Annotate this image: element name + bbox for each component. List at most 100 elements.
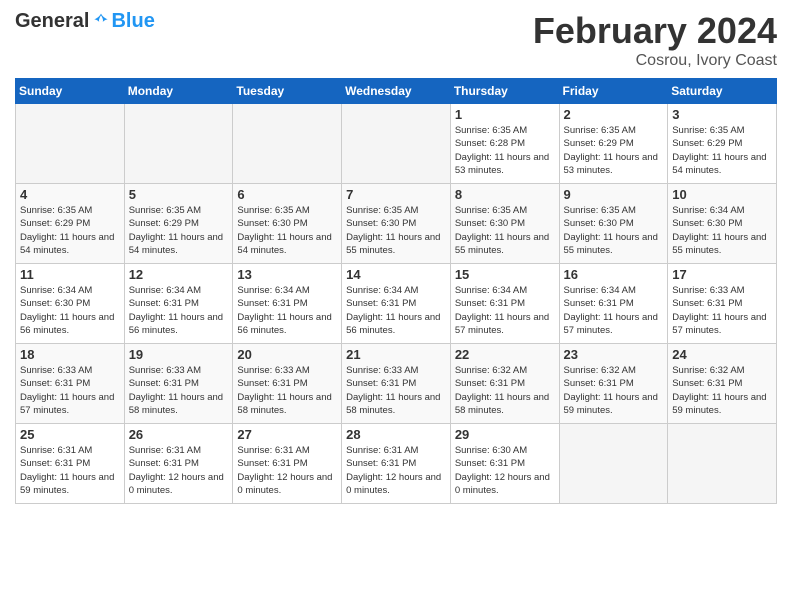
day-number: 11 — [20, 267, 120, 282]
day-number: 17 — [672, 267, 772, 282]
table-row: 10 Sunrise: 6:34 AM Sunset: 6:30 PM Dayli… — [668, 184, 777, 264]
table-row: 9Sunrise: 6:35 AM Sunset: 6:30 PM Daylig… — [559, 184, 668, 264]
table-row: 19 Sunrise: 6:33 AM Sunset: 6:31 PM Dayli… — [124, 344, 233, 424]
col-sunday: Sunday — [16, 79, 125, 104]
day-info: Sunrise: 6:30 AM Sunset: 6:31 PM Dayligh… — [455, 444, 555, 497]
day-number: 8 — [455, 187, 555, 202]
table-row — [124, 104, 233, 184]
day-info: Sunrise: 6:35 AM Sunset: 6:29 PM Dayligh… — [129, 204, 229, 257]
table-row: 12 Sunrise: 6:34 AM Sunset: 6:31 PM Dayli… — [124, 264, 233, 344]
table-row: 15 Sunrise: 6:34 AM Sunset: 6:31 PM Dayli… — [450, 264, 559, 344]
day-number: 13 — [237, 267, 337, 282]
day-number: 1 — [455, 107, 555, 122]
calendar-week-5: 25 Sunrise: 6:31 AM Sunset: 6:31 PM Dayli… — [16, 424, 777, 504]
day-info: Sunrise: 6:32 AM Sunset: 6:31 PM Dayligh… — [455, 364, 555, 417]
day-number: 20 — [237, 347, 337, 362]
table-row: 18Sunrise: 6:33 AM Sunset: 6:31 PM Dayli… — [16, 344, 125, 424]
calendar-week-3: 11 Sunrise: 6:34 AM Sunset: 6:30 PM Dayli… — [16, 264, 777, 344]
table-row: 21 Sunrise: 6:33 AM Sunset: 6:31 PM Dayli… — [342, 344, 451, 424]
table-row: 11 Sunrise: 6:34 AM Sunset: 6:30 PM Dayli… — [16, 264, 125, 344]
day-info: Sunrise: 6:33 AM Sunset: 6:31 PM Dayligh… — [129, 364, 229, 417]
day-number: 10 — [672, 187, 772, 202]
day-info: Sunrise: 6:34 AM Sunset: 6:31 PM Dayligh… — [564, 284, 664, 337]
day-number: 15 — [455, 267, 555, 282]
calendar-week-4: 18Sunrise: 6:33 AM Sunset: 6:31 PM Dayli… — [16, 344, 777, 424]
table-row: 17 Sunrise: 6:33 AM Sunset: 6:31 PM Dayli… — [668, 264, 777, 344]
day-info: Sunrise: 6:34 AM Sunset: 6:30 PM Dayligh… — [672, 204, 772, 257]
day-number: 29 — [455, 427, 555, 442]
table-row: 8Sunrise: 6:35 AM Sunset: 6:30 PM Daylig… — [450, 184, 559, 264]
day-info: Sunrise: 6:33 AM Sunset: 6:31 PM Dayligh… — [20, 364, 120, 417]
col-friday: Friday — [559, 79, 668, 104]
title-section: February 2024 Cosrou, Ivory Coast — [533, 10, 777, 70]
table-row: 27Sunrise: 6:31 AM Sunset: 6:31 PM Dayli… — [233, 424, 342, 504]
day-number: 7 — [346, 187, 446, 202]
table-row: 16Sunrise: 6:34 AM Sunset: 6:31 PM Dayli… — [559, 264, 668, 344]
day-info: Sunrise: 6:32 AM Sunset: 6:31 PM Dayligh… — [564, 364, 664, 417]
day-info: Sunrise: 6:35 AM Sunset: 6:30 PM Dayligh… — [346, 204, 446, 257]
table-row: 29 Sunrise: 6:30 AM Sunset: 6:31 PM Dayli… — [450, 424, 559, 504]
table-row: 22 Sunrise: 6:32 AM Sunset: 6:31 PM Dayli… — [450, 344, 559, 424]
day-number: 28 — [346, 427, 446, 442]
day-number: 24 — [672, 347, 772, 362]
table-row: 23 Sunrise: 6:32 AM Sunset: 6:31 PM Dayli… — [559, 344, 668, 424]
day-number: 26 — [129, 427, 229, 442]
day-info: Sunrise: 6:34 AM Sunset: 6:31 PM Dayligh… — [346, 284, 446, 337]
day-info: Sunrise: 6:33 AM Sunset: 6:31 PM Dayligh… — [237, 364, 337, 417]
table-row — [233, 104, 342, 184]
day-info: Sunrise: 6:34 AM Sunset: 6:31 PM Dayligh… — [455, 284, 555, 337]
logo-bird-icon — [91, 12, 111, 32]
day-number: 3 — [672, 107, 772, 122]
main-title: February 2024 — [533, 10, 777, 52]
calendar-week-2: 4 Sunrise: 6:35 AM Sunset: 6:29 PM Daylig… — [16, 184, 777, 264]
table-row — [559, 424, 668, 504]
table-row: 26 Sunrise: 6:31 AM Sunset: 6:31 PM Dayli… — [124, 424, 233, 504]
day-number: 9 — [564, 187, 664, 202]
day-number: 4 — [20, 187, 120, 202]
page-container: General Blue February 2024 Cosrou, Ivory… — [0, 0, 792, 612]
day-info: Sunrise: 6:35 AM Sunset: 6:28 PM Dayligh… — [455, 124, 555, 177]
day-number: 19 — [129, 347, 229, 362]
day-number: 6 — [237, 187, 337, 202]
day-info: Sunrise: 6:35 AM Sunset: 6:30 PM Dayligh… — [237, 204, 337, 257]
day-info: Sunrise: 6:34 AM Sunset: 6:30 PM Dayligh… — [20, 284, 120, 337]
day-info: Sunrise: 6:31 AM Sunset: 6:31 PM Dayligh… — [129, 444, 229, 497]
day-info: Sunrise: 6:32 AM Sunset: 6:31 PM Dayligh… — [672, 364, 772, 417]
col-monday: Monday — [124, 79, 233, 104]
day-number: 21 — [346, 347, 446, 362]
calendar-header-row: Sunday Monday Tuesday Wednesday Thursday… — [16, 79, 777, 104]
logo: General Blue — [15, 10, 155, 33]
day-number: 14 — [346, 267, 446, 282]
day-info: Sunrise: 6:35 AM Sunset: 6:29 PM Dayligh… — [20, 204, 120, 257]
day-info: Sunrise: 6:34 AM Sunset: 6:31 PM Dayligh… — [237, 284, 337, 337]
day-info: Sunrise: 6:34 AM Sunset: 6:31 PM Dayligh… — [129, 284, 229, 337]
table-row — [342, 104, 451, 184]
day-number: 2 — [564, 107, 664, 122]
day-info: Sunrise: 6:35 AM Sunset: 6:29 PM Dayligh… — [564, 124, 664, 177]
col-wednesday: Wednesday — [342, 79, 451, 104]
table-row: 5 Sunrise: 6:35 AM Sunset: 6:29 PM Daylig… — [124, 184, 233, 264]
day-info: Sunrise: 6:31 AM Sunset: 6:31 PM Dayligh… — [237, 444, 337, 497]
table-row: 13 Sunrise: 6:34 AM Sunset: 6:31 PM Dayli… — [233, 264, 342, 344]
table-row: 2 Sunrise: 6:35 AM Sunset: 6:29 PM Daylig… — [559, 104, 668, 184]
table-row — [16, 104, 125, 184]
col-tuesday: Tuesday — [233, 79, 342, 104]
table-row: 20 Sunrise: 6:33 AM Sunset: 6:31 PM Dayli… — [233, 344, 342, 424]
day-number: 12 — [129, 267, 229, 282]
day-info: Sunrise: 6:33 AM Sunset: 6:31 PM Dayligh… — [346, 364, 446, 417]
calendar-week-1: 1 Sunrise: 6:35 AM Sunset: 6:28 PM Daylig… — [16, 104, 777, 184]
day-number: 5 — [129, 187, 229, 202]
calendar-table: Sunday Monday Tuesday Wednesday Thursday… — [15, 78, 777, 504]
day-number: 23 — [564, 347, 664, 362]
table-row: 3Sunrise: 6:35 AM Sunset: 6:29 PM Daylig… — [668, 104, 777, 184]
day-number: 22 — [455, 347, 555, 362]
table-row: 7 Sunrise: 6:35 AM Sunset: 6:30 PM Daylig… — [342, 184, 451, 264]
table-row: 1 Sunrise: 6:35 AM Sunset: 6:28 PM Daylig… — [450, 104, 559, 184]
table-row — [668, 424, 777, 504]
day-number: 25 — [20, 427, 120, 442]
table-row: 25 Sunrise: 6:31 AM Sunset: 6:31 PM Dayli… — [16, 424, 125, 504]
day-info: Sunrise: 6:31 AM Sunset: 6:31 PM Dayligh… — [346, 444, 446, 497]
day-info: Sunrise: 6:33 AM Sunset: 6:31 PM Dayligh… — [672, 284, 772, 337]
day-info: Sunrise: 6:31 AM Sunset: 6:31 PM Dayligh… — [20, 444, 120, 497]
col-thursday: Thursday — [450, 79, 559, 104]
